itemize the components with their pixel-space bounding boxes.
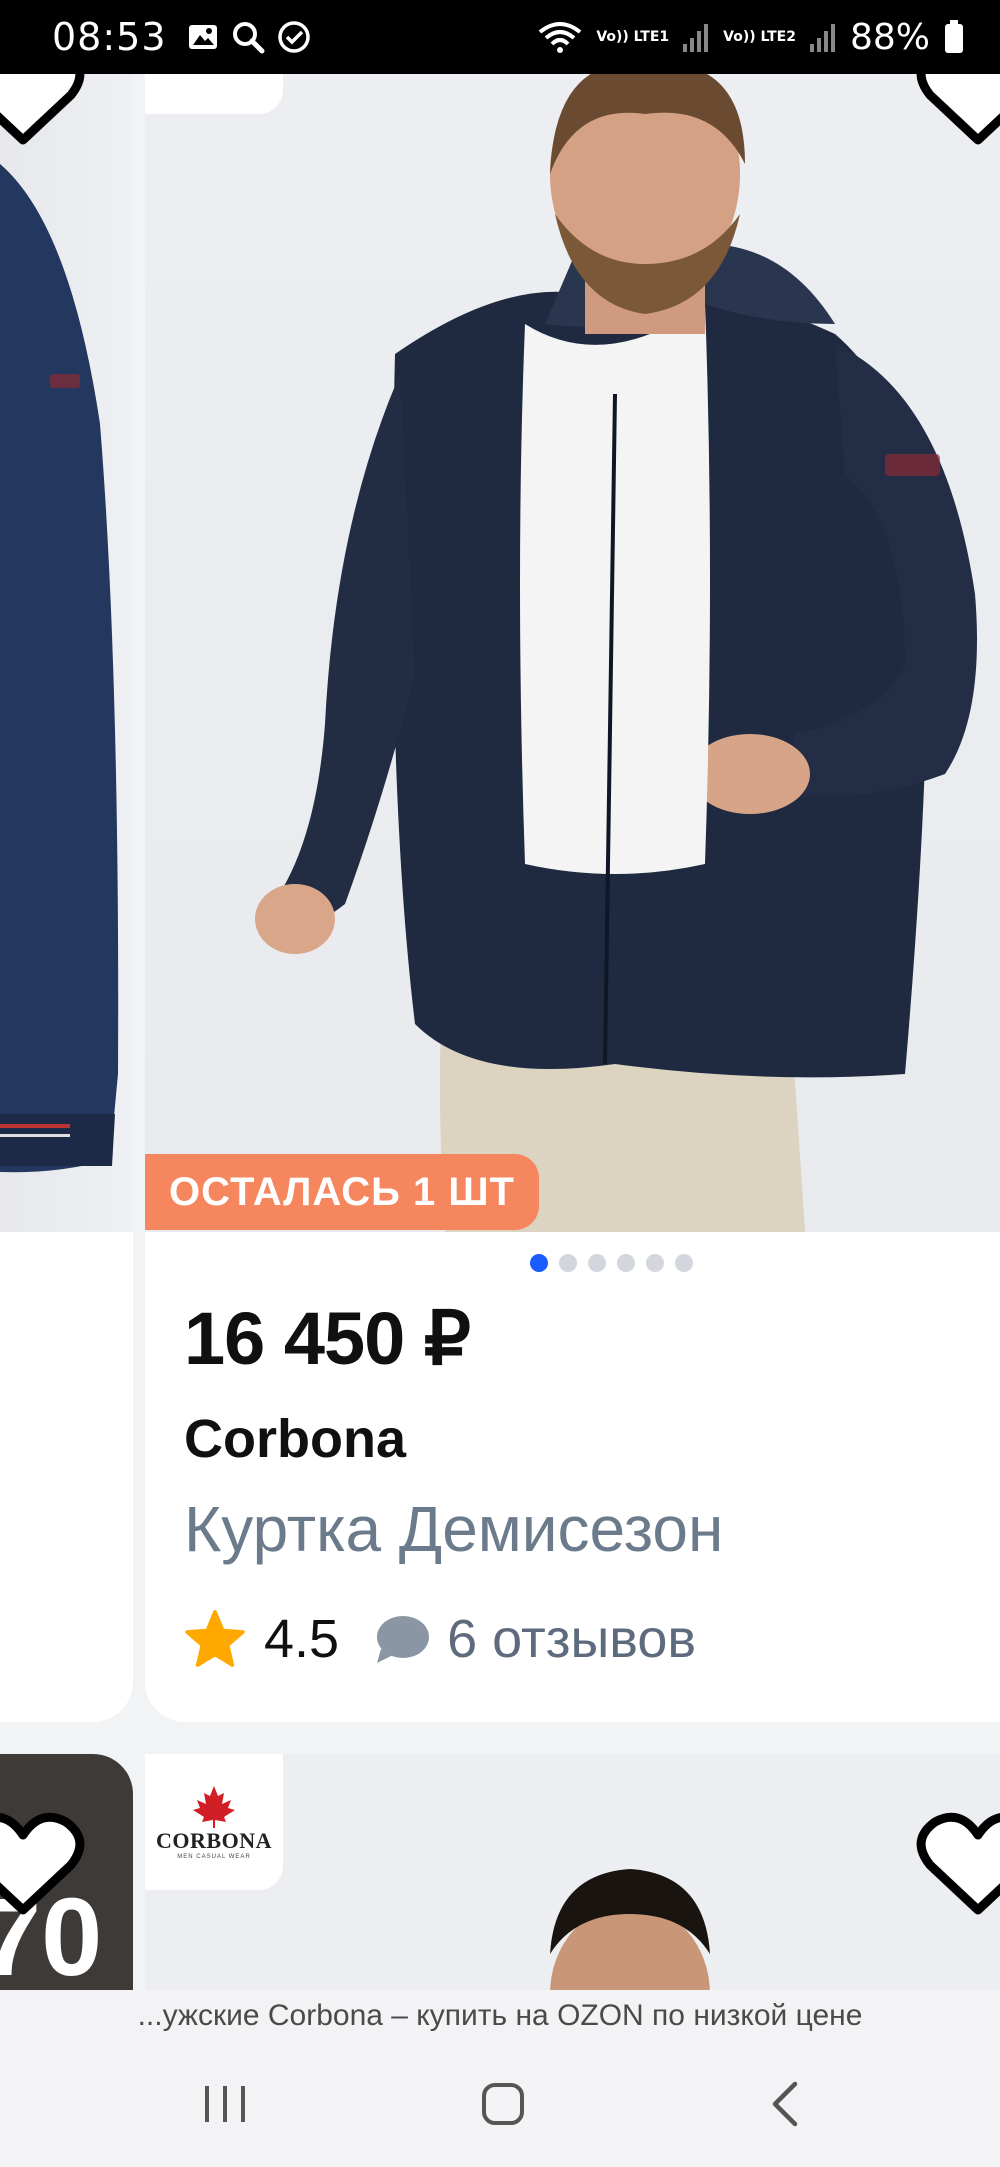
pagination-dot[interactable]: [588, 1254, 606, 1272]
favorite-heart-icon[interactable]: [0, 1810, 86, 1920]
signal-icon-2: [809, 24, 835, 52]
pagination-dot[interactable]: [617, 1254, 635, 1272]
gallery-icon: [188, 25, 217, 49]
home-button[interactable]: [463, 2072, 543, 2136]
photo-top-chip: [145, 74, 283, 114]
jacket-sleeve-image: [0, 164, 119, 1173]
wifi-icon: [539, 22, 582, 53]
check-circle-icon: [277, 21, 310, 53]
product-title[interactable]: Куртка Демисезон: [184, 1492, 723, 1566]
battery-percent: 88%: [849, 16, 930, 58]
product-photo-left[interactable]: [0, 74, 133, 1232]
product-price: 16 450 ₽: [184, 1297, 471, 1380]
back-button[interactable]: [745, 2072, 825, 2136]
image-pagination[interactable]: [530, 1254, 693, 1272]
status-right: Vo)) LTE1 Vo)) LTE2 88%: [538, 17, 964, 58]
next-product-card[interactable]: CORBONA MEN CASUAL WEAR: [145, 1754, 1000, 1994]
page-title-bar[interactable]: ...ужские Corbona – купить на OZON по ни…: [0, 1990, 1000, 2042]
brand-logo-text: CORBONA: [156, 1828, 272, 1853]
reviews-count[interactable]: 6 отзывов: [447, 1608, 696, 1670]
comment-bubble-icon: [377, 1616, 430, 1663]
pagination-dot[interactable]: [646, 1254, 664, 1272]
favorite-heart-icon[interactable]: [915, 1810, 1000, 1920]
search-icon: [232, 22, 265, 54]
status-time: 08:53: [52, 15, 167, 59]
recent-apps-button[interactable]: [185, 2072, 265, 2136]
product-card[interactable]: ОСТАЛАСЬ 1 ШТ 16 450 ₽ Corbona Куртка Де…: [145, 74, 1000, 1722]
battery-icon: [945, 20, 963, 53]
screen: 08:53 Vo)) LTE1 Vo)) LTE2 88% ОСТАЛАСЬ 1…: [0, 0, 1000, 2167]
recent-apps-icon: [205, 2086, 245, 2122]
system-nav-bar: [0, 2042, 1000, 2167]
status-bar: 08:53 Vo)) LTE1 Vo)) LTE2 88%: [0, 0, 1000, 74]
pagination-dot[interactable]: [675, 1254, 693, 1272]
network-2: Vo)) LTE2: [723, 28, 796, 45]
home-icon: [482, 2083, 524, 2125]
product-card-left-partial[interactable]: [0, 74, 133, 1722]
status-left-icons: [187, 20, 311, 54]
stock-badge: ОСТАЛАСЬ 1 ШТ: [145, 1154, 539, 1230]
brand-logo[interactable]: CORBONA MEN CASUAL WEAR: [145, 1754, 283, 1890]
star-icon: [185, 1610, 245, 1667]
signal-icon-1: [683, 24, 709, 52]
back-chevron-icon: [772, 2081, 798, 2127]
product-brand[interactable]: Corbona: [184, 1408, 406, 1470]
product-photo[interactable]: ОСТАЛАСЬ 1 ШТ: [145, 74, 1000, 1232]
rating-row[interactable]: 4.5 6 отзывов: [184, 1604, 696, 1674]
rating-value: 4.5: [264, 1609, 340, 1669]
maple-leaf-icon: [193, 1786, 235, 1828]
model-in-jacket-image: [255, 74, 977, 1232]
network-1: Vo)) LTE1: [596, 28, 670, 45]
pagination-dot[interactable]: [559, 1254, 577, 1272]
pagination-dot-active[interactable]: [530, 1254, 548, 1272]
brand-logo-sub: MEN CASUAL WEAR: [177, 1854, 251, 1860]
